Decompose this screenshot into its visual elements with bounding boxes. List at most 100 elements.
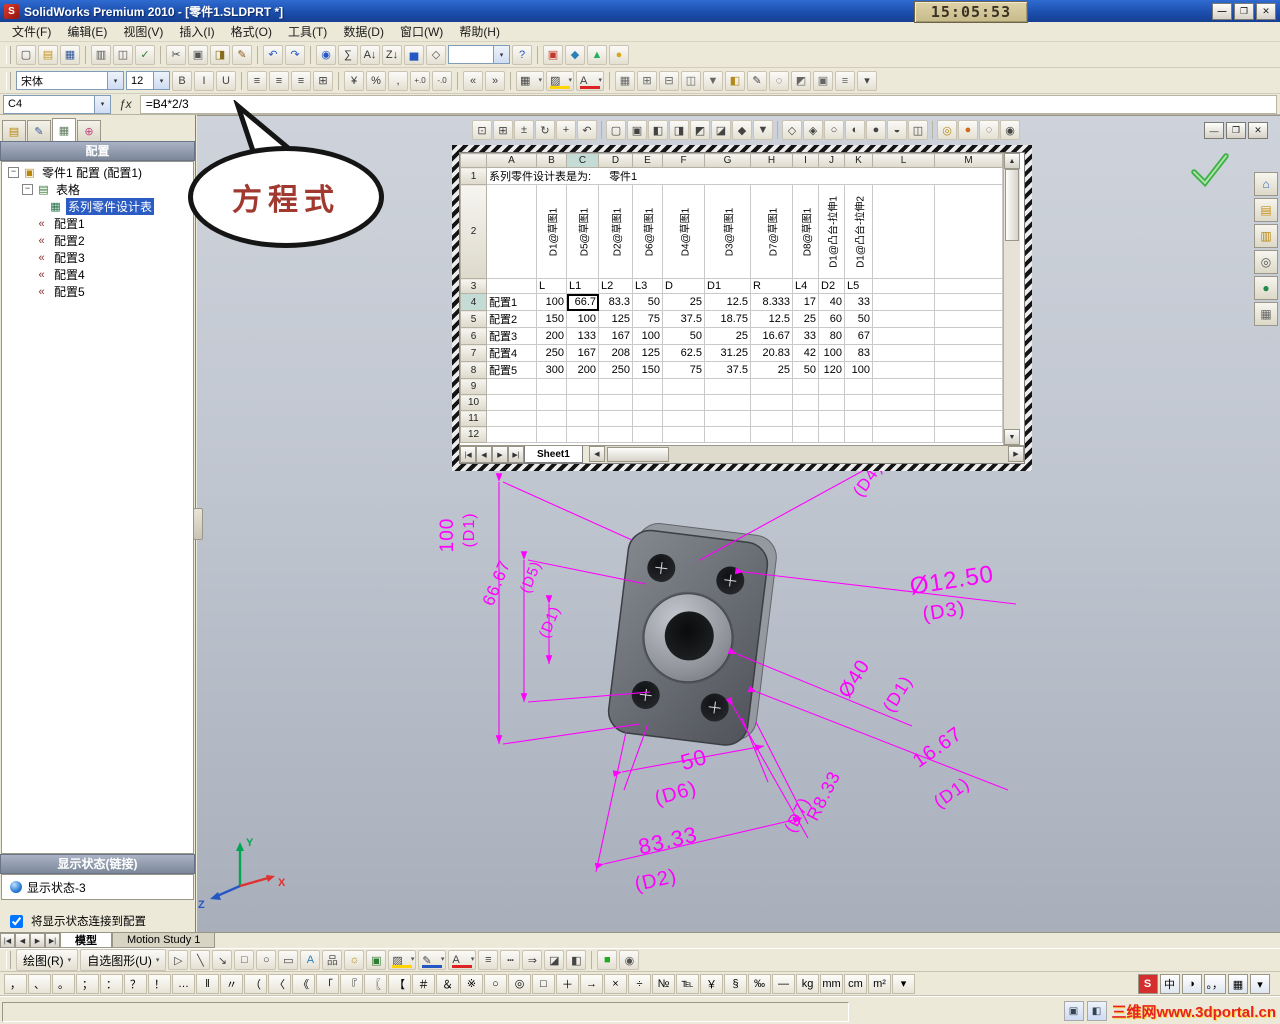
symbol-button[interactable]: ＃ (412, 973, 435, 994)
cell[interactable] (566, 394, 599, 411)
menu-window[interactable]: 窗口(W) (392, 21, 451, 42)
shape-font-color-icon[interactable]: A ▾ (448, 950, 477, 970)
palette-icon[interactable]: ◩ (791, 70, 811, 91)
symbol-button[interactable]: — (772, 973, 795, 994)
chevron-down-icon[interactable]: ▾ (411, 955, 415, 963)
ime-fullwidth-icon[interactable]: ◑ (1181, 974, 1202, 994)
currency-style-icon[interactable]: ¥ (344, 70, 364, 91)
value-cell[interactable]: 50 (632, 293, 663, 311)
cell[interactable] (536, 426, 567, 443)
picture-icon[interactable]: ▣ (366, 950, 387, 970)
value-cell[interactable]: 125 (632, 344, 663, 362)
close-button[interactable]: ✕ (1256, 2, 1276, 20)
merge-center-icon[interactable]: ⊞ (313, 70, 333, 91)
symbol-button[interactable]: ＆ (436, 973, 459, 994)
cell[interactable] (934, 394, 1003, 411)
zoom-to-fit-icon[interactable]: ⊡ (472, 120, 492, 140)
prev-sheet-button[interactable]: ◀ (476, 446, 492, 463)
vertical-scroll-thumb[interactable] (1005, 169, 1019, 241)
green-toggle-icon[interactable]: ■ (597, 950, 618, 970)
child-restore-button[interactable]: ❐ (1226, 122, 1246, 139)
parameter-cell[interactable]: L5 (844, 278, 873, 294)
cell[interactable] (750, 378, 793, 395)
symbol-button[interactable]: ！ (148, 973, 171, 994)
cell[interactable] (844, 426, 873, 443)
configuration-name-cell[interactable]: 配置1 (486, 293, 537, 311)
toolbar-grip[interactable] (6, 951, 11, 969)
row-header[interactable]: 12 (460, 426, 487, 443)
symbol-button[interactable]: m² (868, 973, 891, 994)
cell[interactable] (662, 410, 705, 427)
symbol-button[interactable]: ￥ (700, 973, 723, 994)
shape-fill-color-icon[interactable]: ▨ ▾ (388, 950, 417, 970)
row-header[interactable]: 9 (460, 378, 487, 395)
value-cell[interactable]: 33 (844, 293, 873, 311)
menu-edit[interactable]: 编辑(E) (59, 21, 115, 42)
symbol-button[interactable]: ＋ (556, 973, 579, 994)
cell[interactable] (818, 394, 845, 411)
value-cell[interactable]: 80 (818, 327, 845, 345)
value-cell[interactable]: 83.3 (598, 293, 633, 311)
column-header[interactable]: J (818, 153, 845, 168)
value-cell[interactable]: 25 (704, 327, 751, 345)
ime-punctuation-icon[interactable]: 。， (1203, 974, 1226, 994)
clip-art-icon[interactable]: ☼ (344, 950, 365, 970)
symbol-button[interactable]: 『 (340, 973, 363, 994)
value-cell[interactable]: 100 (844, 361, 873, 379)
open-icon[interactable]: ▤ (38, 44, 58, 65)
hidden-lines-removed-icon[interactable]: ○ (824, 120, 844, 140)
zoom-area-icon[interactable]: ⊞ (493, 120, 513, 140)
cell[interactable] (536, 410, 567, 427)
row-header[interactable]: 1 (460, 167, 487, 185)
cell[interactable] (934, 378, 1003, 395)
tree-item-part-config[interactable]: − ▣ 零件1 配置 (配置1) (2, 164, 193, 181)
cell[interactable] (934, 184, 1003, 279)
pencil-icon[interactable]: ✎ (747, 70, 767, 91)
column-header[interactable]: K (844, 153, 873, 168)
delete-cells-icon[interactable]: ⊟ (659, 70, 679, 91)
back-view-icon[interactable]: ▣ (627, 120, 647, 140)
horizontal-scroll-track[interactable] (604, 446, 1008, 463)
font-color-icon[interactable]: A ▾ (576, 70, 604, 91)
value-cell[interactable]: 150 (632, 361, 663, 379)
select-objects-icon[interactable]: ▷ (168, 950, 189, 970)
value-cell[interactable]: 17 (792, 293, 819, 311)
column-header[interactable]: E (632, 153, 663, 168)
column-header[interactable]: A (486, 153, 537, 168)
chevron-down-icon[interactable]: ▾ (538, 76, 542, 84)
cell[interactable] (844, 410, 873, 427)
underline-icon[interactable]: U (216, 70, 236, 91)
appearance-icon[interactable]: ● (958, 120, 978, 140)
column-header[interactable]: D (598, 153, 633, 168)
cell[interactable] (662, 426, 705, 443)
dimxpert-manager-tab[interactable]: ⊕ (77, 120, 101, 141)
realview-icon[interactable]: ◎ (937, 120, 957, 140)
child-minimize-button[interactable]: — (1204, 122, 1224, 139)
cell[interactable] (486, 410, 537, 427)
save-icon[interactable]: ▦ (60, 44, 80, 65)
cell[interactable] (934, 310, 1003, 328)
chevron-down-icon[interactable]: ▾ (471, 955, 475, 963)
wordart-icon[interactable]: A (300, 950, 321, 970)
column-header[interactable]: G (704, 153, 751, 168)
cell[interactable] (872, 184, 935, 279)
percent-style-icon[interactable]: % (366, 70, 386, 91)
tree-item-config3[interactable]: « 配置3 (2, 249, 193, 266)
value-cell[interactable]: 40 (818, 293, 845, 311)
cell[interactable] (872, 293, 935, 311)
insert-function-icon[interactable]: ƒx (115, 97, 136, 111)
value-cell[interactable]: 100 (818, 344, 845, 362)
zoom-combo[interactable]: ▾ (448, 45, 510, 64)
menu-format[interactable]: 格式(O) (223, 21, 280, 42)
dimension-header-cell[interactable]: D2@草图1 (598, 184, 633, 279)
vertical-scroll-track[interactable] (1004, 169, 1020, 429)
new-document-icon[interactable]: ▢ (16, 44, 36, 65)
front-view-icon[interactable]: ▢ (606, 120, 626, 140)
increase-decimal-icon[interactable]: +.0 (410, 70, 430, 91)
spelling-icon[interactable]: ✓ (135, 44, 155, 65)
symbol-button[interactable]: ， (4, 973, 27, 994)
insert-cells-icon[interactable]: ⊞ (637, 70, 657, 91)
value-cell[interactable]: 16.67 (750, 327, 793, 345)
symbol-button[interactable]: ‖ (196, 973, 219, 994)
tray-icon-1[interactable]: ▣ (1063, 1001, 1084, 1021)
